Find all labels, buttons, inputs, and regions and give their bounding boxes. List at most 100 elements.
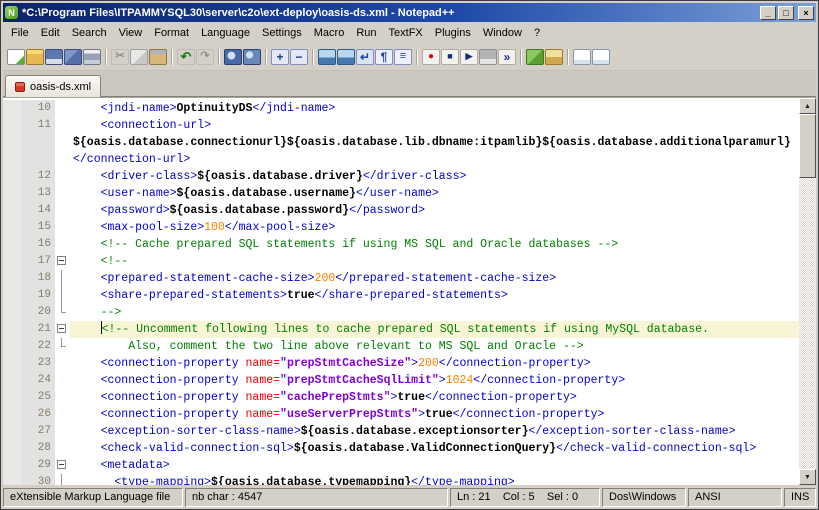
show-all-chars-icon[interactable]: ¶ [375,49,393,65]
code-line[interactable]: <connection-url> [70,117,799,134]
save-macro-icon[interactable] [479,49,497,65]
save-icon[interactable] [45,49,63,65]
bookmark-margin[interactable] [3,423,23,440]
doc-icon-1[interactable] [573,49,591,65]
print-icon[interactable] [83,49,101,65]
menu-item-language[interactable]: Language [195,25,256,41]
code-line[interactable]: <max-pool-size>100</max-pool-size> [70,219,799,236]
bookmark-margin[interactable] [3,457,23,474]
code-line[interactable]: <driver-class>${oasis.database.driver}</… [70,168,799,185]
menu-item-search[interactable]: Search [66,25,113,41]
paste-icon[interactable] [149,49,167,65]
bookmark-margin[interactable] [3,406,23,423]
stop-macro-icon[interactable]: ■ [441,49,459,65]
cut-icon[interactable]: ✂ [111,49,129,65]
bookmark-margin[interactable] [3,474,23,485]
bookmark-margin[interactable] [3,168,23,185]
word-wrap-icon[interactable]: ↵ [356,49,374,65]
code-line[interactable]: <password>${oasis.database.password}</pa… [70,202,799,219]
minimize-button[interactable]: _ [760,6,776,20]
plugin-icon-1[interactable] [526,49,544,65]
title-bar[interactable]: N *C:\Program Files\ITPAMMYSQL30\server\… [3,3,816,22]
bookmark-margin[interactable] [3,100,23,117]
code-line[interactable]: <prepared-statement-cache-size>200</prep… [70,270,799,287]
menu-item-view[interactable]: View [113,25,149,41]
code-line[interactable]: <user-name>${oasis.database.username}</u… [70,185,799,202]
code-line[interactable]: --> [70,304,799,321]
menu-item-plugins[interactable]: Plugins [429,25,477,41]
bookmark-margin[interactable] [3,287,23,304]
bookmark-margin[interactable] [3,219,23,236]
sync-horizontal-scroll-icon[interactable] [337,49,355,65]
record-macro-icon[interactable]: ● [422,49,440,65]
bookmark-margin[interactable] [3,304,23,321]
bookmark-margin[interactable] [3,338,23,355]
bookmark-margin[interactable] [3,321,23,338]
doc-icon-2[interactable] [592,49,610,65]
menu-item-textfx[interactable]: TextFX [383,25,429,41]
menu-item-file[interactable]: File [5,25,35,41]
open-file-icon[interactable] [26,49,44,65]
bookmark-margin[interactable] [3,134,23,151]
fold-collapse-icon[interactable] [57,460,66,469]
bookmark-margin[interactable] [3,389,23,406]
code-line[interactable]: <share-prepared-statements>true</share-p… [70,287,799,304]
run-macro-multiple-icon[interactable]: » [498,49,516,65]
scrollbar-thumb[interactable] [799,114,816,178]
bookmark-margin[interactable] [3,253,23,270]
indent-guide-icon[interactable]: ≡ [394,49,412,65]
fold-collapse-icon[interactable] [57,324,66,333]
vertical-scrollbar[interactable]: ▲ ▼ [799,98,816,485]
code-line[interactable]: <exception-sorter-class-name>${oasis.dat… [70,423,799,440]
find-icon[interactable] [224,49,242,65]
sync-vertical-scroll-icon[interactable] [318,49,336,65]
menu-item-help[interactable]: ? [528,25,546,41]
code-line[interactable]: <connection-property name="prepStmtCache… [70,355,799,372]
scroll-up-arrow-icon[interactable]: ▲ [799,98,816,114]
copy-icon[interactable] [130,49,148,65]
replace-icon[interactable] [243,49,261,65]
fold-collapse-icon[interactable] [57,256,66,265]
tab-oasis-ds-xml[interactable]: oasis-ds.xml [5,75,101,97]
code-line[interactable]: <connection-property name="prepStmtCache… [70,372,799,389]
code-line[interactable]: <!-- Uncomment following lines to cache … [70,321,799,338]
maximize-button[interactable]: □ [778,6,794,20]
zoom-out-icon[interactable]: − [290,49,308,65]
zoom-in-icon[interactable]: + [271,49,289,65]
code-line[interactable]: <check-valid-connection-sql>${oasis.data… [70,440,799,457]
code-line[interactable]: <!-- [70,253,799,270]
menu-item-format[interactable]: Format [148,25,195,41]
menu-item-macro[interactable]: Macro [308,25,351,41]
menu-item-run[interactable]: Run [350,25,382,41]
redo-icon[interactable]: ↷ [196,49,214,65]
editor-content[interactable]: 10 <jndi-name>OptinuityDS</jndi-name>11 … [3,98,799,485]
plugin-icon-2[interactable] [545,49,563,65]
bookmark-margin[interactable] [3,270,23,287]
undo-icon[interactable]: ↶ [177,49,195,65]
code-line[interactable]: Also, comment the two line above relevan… [70,338,799,355]
play-macro-icon[interactable]: ▶ [460,49,478,65]
bookmark-margin[interactable] [3,185,23,202]
bookmark-margin[interactable] [3,355,23,372]
code-line[interactable]: <jndi-name>OptinuityDS</jndi-name> [70,100,799,117]
code-line[interactable]: </connection-url> [70,151,799,168]
bookmark-margin[interactable] [3,440,23,457]
code-line[interactable]: <type-mapping>${oasis.database.typemappi… [70,474,799,485]
bookmark-margin[interactable] [3,151,23,168]
menu-item-edit[interactable]: Edit [35,25,66,41]
code-line[interactable]: <connection-property name="cachePrepStmt… [70,389,799,406]
close-button[interactable]: × [798,6,814,20]
bookmark-margin[interactable] [3,372,23,389]
menu-item-window[interactable]: Window [477,25,528,41]
save-all-icon[interactable] [64,49,82,65]
bookmark-margin[interactable] [3,117,23,134]
scrollbar-track[interactable] [799,114,816,469]
code-line[interactable]: ${oasis.database.connectionurl}${oasis.d… [70,134,799,151]
bookmark-margin[interactable] [3,236,23,253]
code-line[interactable]: <metadata> [70,457,799,474]
code-line[interactable]: <connection-property name="useServerPrep… [70,406,799,423]
bookmark-margin[interactable] [3,202,23,219]
new-file-icon[interactable] [7,49,25,65]
scroll-down-arrow-icon[interactable]: ▼ [799,469,816,485]
code-line[interactable]: <!-- Cache prepared SQL statements if us… [70,236,799,253]
